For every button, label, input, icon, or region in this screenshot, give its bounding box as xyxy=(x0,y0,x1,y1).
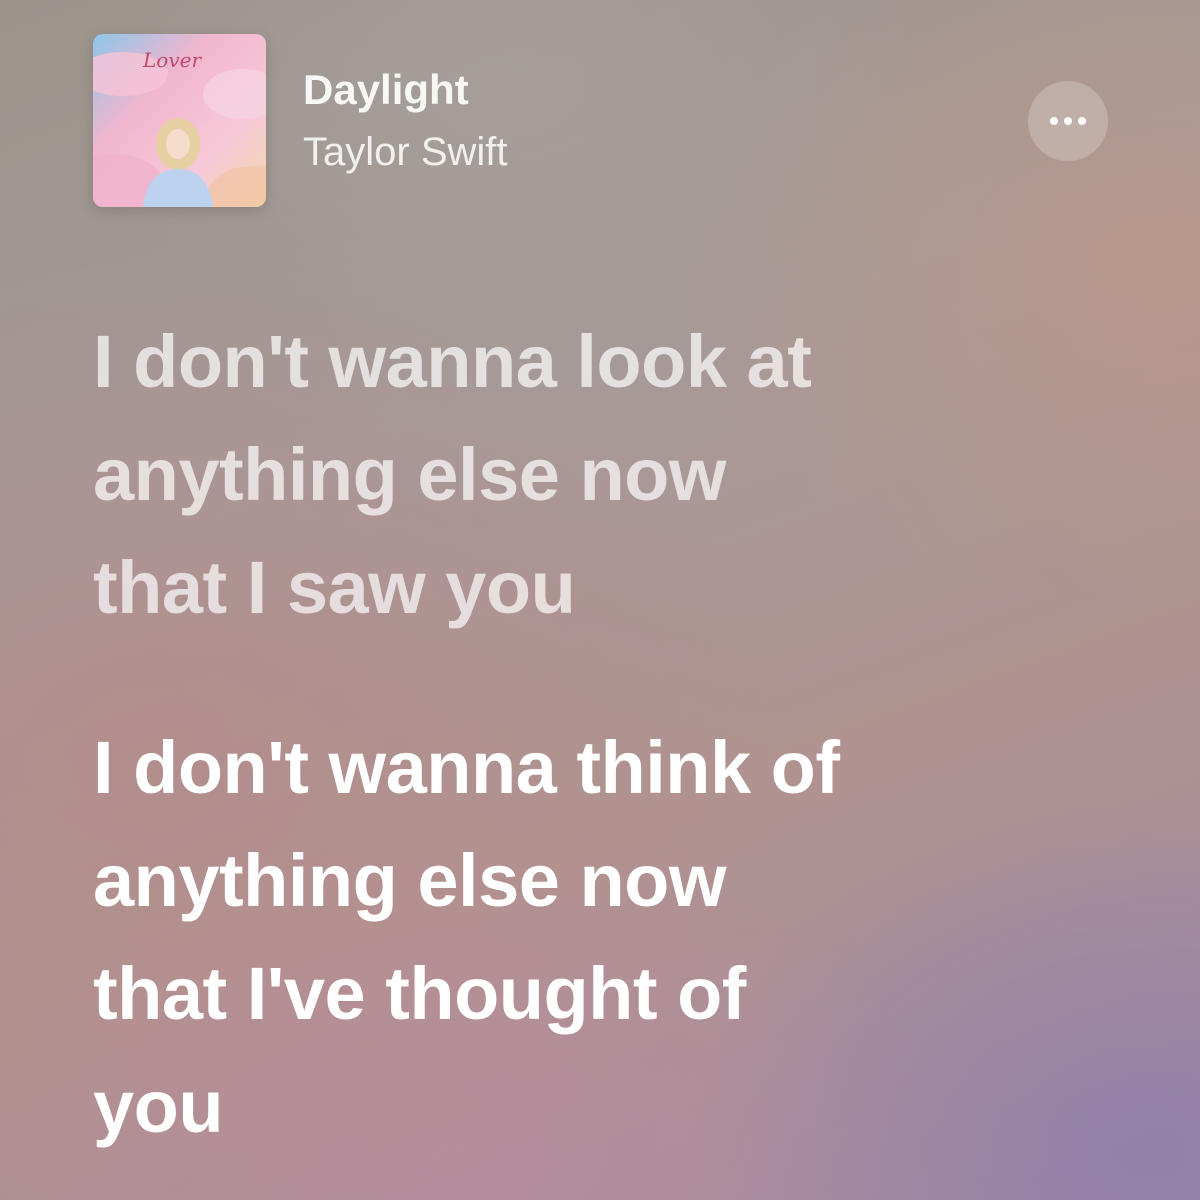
lyric-current[interactable]: I don't wanna think of anything else now… xyxy=(93,711,1143,1163)
more-options-button[interactable] xyxy=(1028,81,1108,161)
lyric-line: I don't wanna look at xyxy=(93,320,812,403)
lyric-line: I don't wanna think of xyxy=(93,726,840,809)
album-artwork[interactable]: Lover xyxy=(93,34,266,207)
ellipsis-icon xyxy=(1078,117,1086,125)
lyric-line: anything else now xyxy=(93,433,726,516)
artist-name[interactable]: Taylor Swift xyxy=(303,130,508,175)
lyric-line: anything else now xyxy=(93,839,726,922)
ellipsis-icon xyxy=(1064,117,1072,125)
lyric-past[interactable]: I don't wanna look at anything else now … xyxy=(93,305,1143,644)
lyrics-view[interactable]: I don't wanna look at anything else now … xyxy=(93,305,1143,1163)
ellipsis-icon xyxy=(1050,117,1058,125)
lyric-line: that I saw you xyxy=(93,546,576,629)
album-title-script: Lover xyxy=(143,48,202,72)
lyric-line: you xyxy=(93,1065,224,1148)
song-title: Daylight xyxy=(303,66,469,113)
lyric-line: that I've thought of xyxy=(93,952,746,1035)
now-playing-header: Lover Daylight Taylor Swift xyxy=(0,0,1200,240)
